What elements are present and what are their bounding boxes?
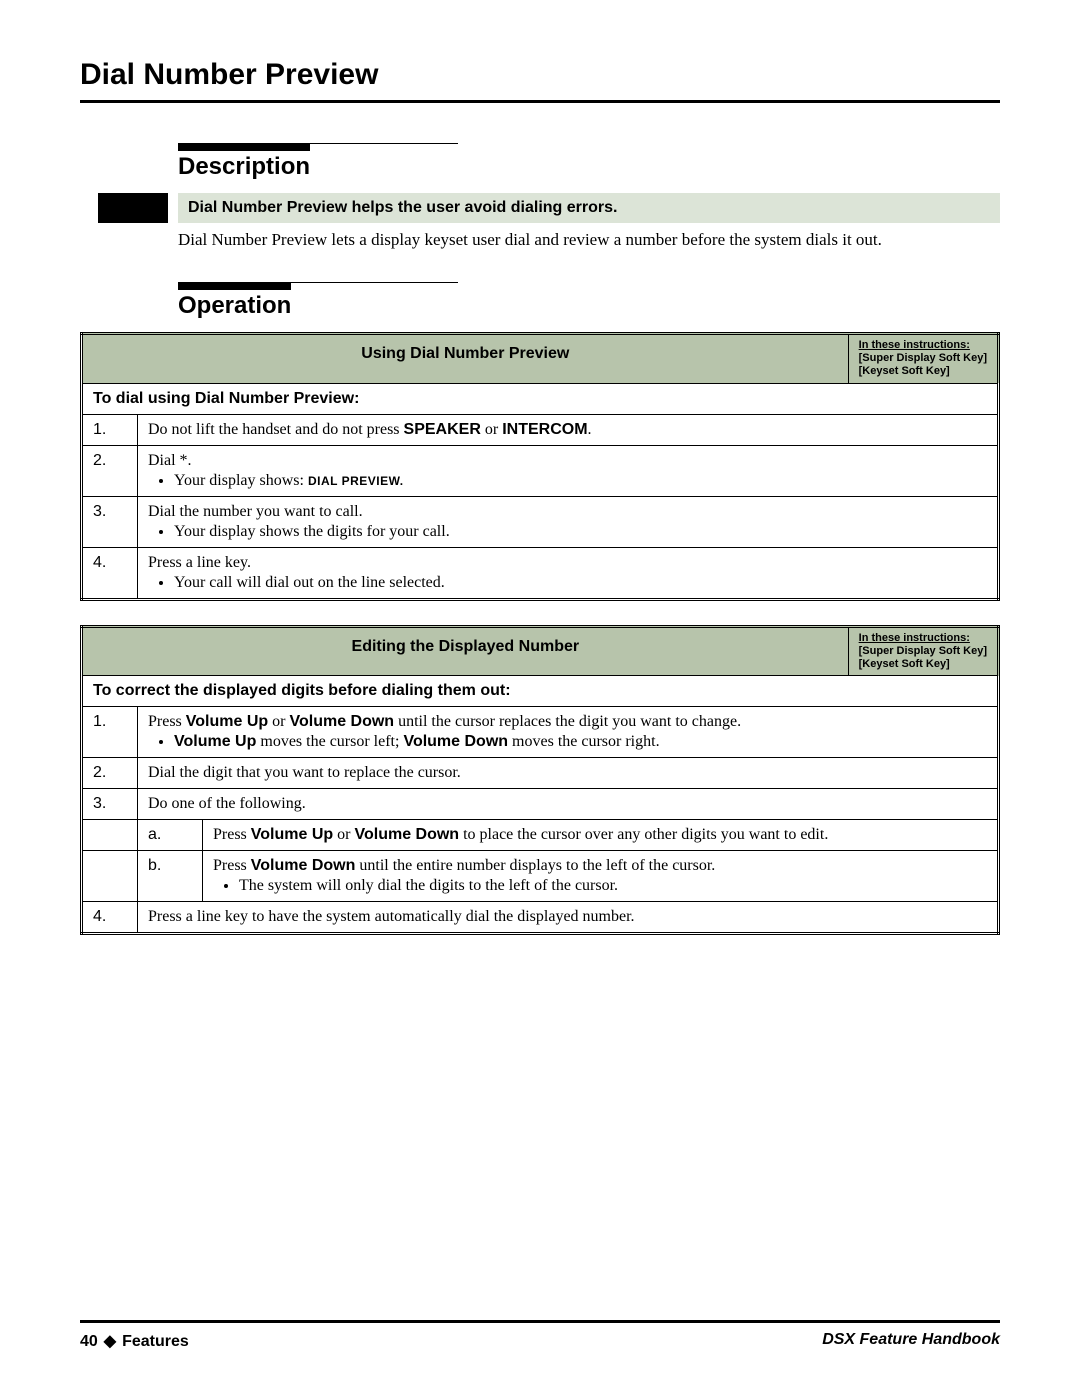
table-row: 3. Do one of the following. <box>82 789 999 820</box>
table-using-dial-number-preview: Using Dial Number Preview In these instr… <box>80 332 1000 601</box>
footer-rule <box>80 1320 1000 1323</box>
table-row: Editing the Displayed Number In these in… <box>82 626 999 676</box>
table-row: b. Press Volume Down until the entire nu… <box>82 851 999 902</box>
footer-left: 40◆Features <box>80 1331 189 1351</box>
instructions-note: In these instructions: [Super Display So… <box>848 335 997 383</box>
table-editing-displayed-number: Editing the Displayed Number In these in… <box>80 625 1000 936</box>
description-heading-wrap: Description <box>178 144 1000 181</box>
description-heading: Description <box>178 144 310 181</box>
black-box <box>98 193 168 223</box>
description-body: Dial Number Preview lets a display keyse… <box>178 229 1000 252</box>
table-row: 4. Press a line key to have the system a… <box>82 902 999 934</box>
table-row: Using Dial Number Preview In these instr… <box>82 333 999 383</box>
table-row: 2. Dial *. Your display shows: DIAL PREV… <box>82 445 999 496</box>
table2-subheading: To correct the displayed digits before d… <box>82 676 999 707</box>
table-row: 4. Press a line key. Your call will dial… <box>82 547 999 599</box>
summary-row: Dial Number Preview helps the user avoid… <box>178 193 1000 223</box>
operation-heading-wrap: Operation <box>178 283 1000 320</box>
summary-bar: Dial Number Preview helps the user avoid… <box>178 193 1000 223</box>
table1-subheading: To dial using Dial Number Preview: <box>82 383 999 414</box>
table-row: To correct the displayed digits before d… <box>82 676 999 707</box>
table-row: a. Press Volume Up or Volume Down to pla… <box>82 820 999 851</box>
description-block: Dial Number Preview helps the user avoid… <box>178 193 1000 252</box>
page-title: Dial Number Preview <box>80 58 1000 92</box>
table-row: 1. Press Volume Up or Volume Down until … <box>82 707 999 758</box>
table1-title: Using Dial Number Preview <box>83 335 848 383</box>
table-row: 2. Dial the digit that you want to repla… <box>82 758 999 789</box>
table-row: To dial using Dial Number Preview: <box>82 383 999 414</box>
page: Dial Number Preview Description Dial Num… <box>0 0 1080 1397</box>
table-row: 3. Dial the number you want to call. You… <box>82 496 999 547</box>
operation-heading: Operation <box>178 283 291 320</box>
instructions-note: In these instructions: [Super Display So… <box>848 628 997 676</box>
footer-right: DSX Feature Handbook <box>822 1331 1000 1351</box>
title-rule <box>80 100 1000 103</box>
table-row: 1. Do not lift the handset and do not pr… <box>82 414 999 445</box>
page-footer: 40◆Features DSX Feature Handbook <box>80 1320 1000 1351</box>
table2-title: Editing the Displayed Number <box>83 628 848 676</box>
